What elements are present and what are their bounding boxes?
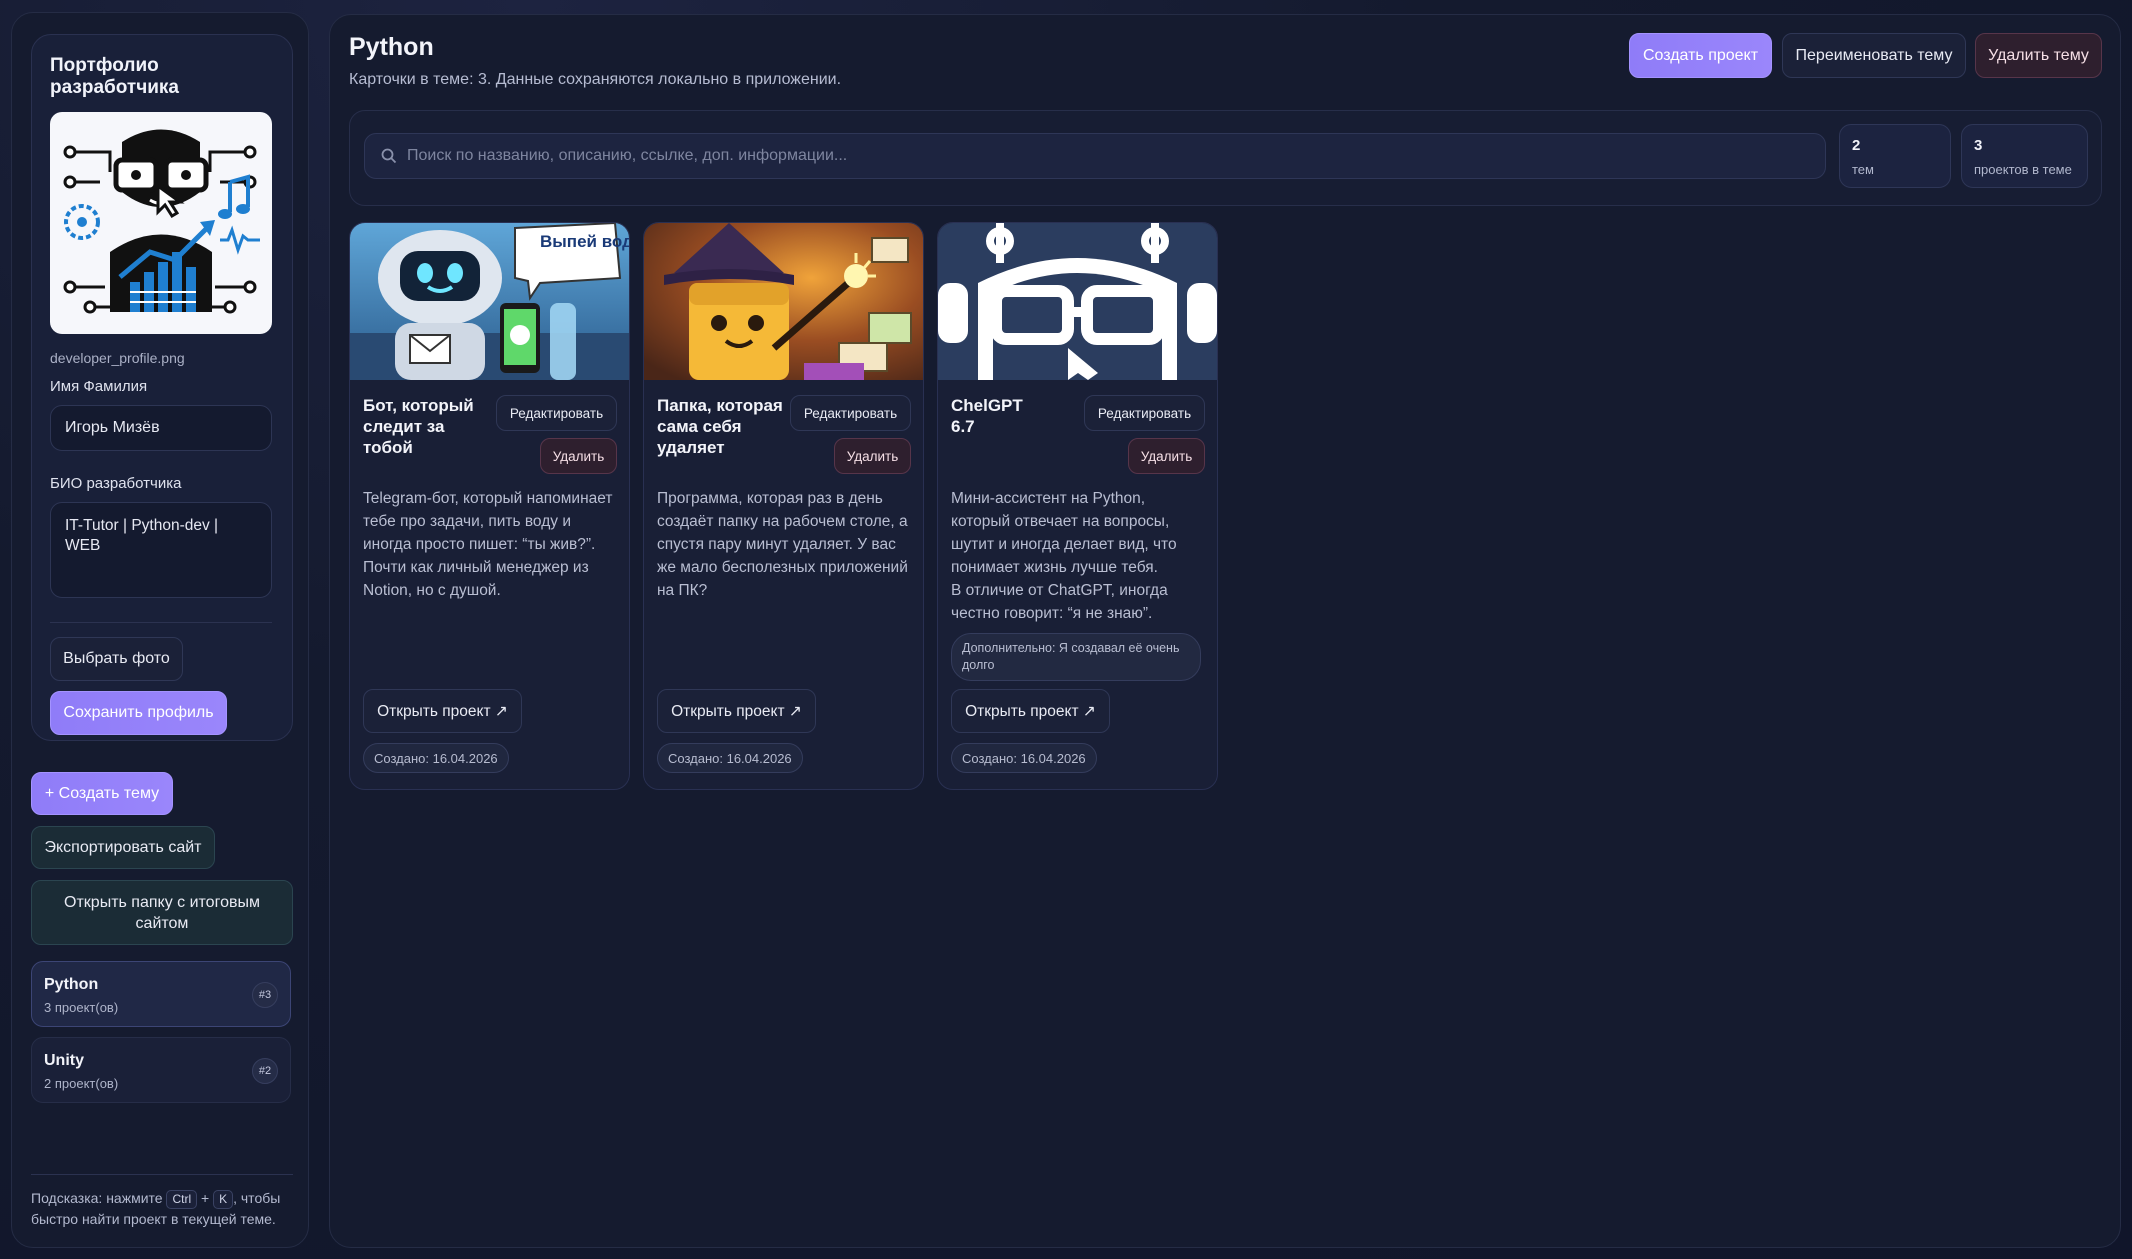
- project-image-folder-wizard: [644, 223, 923, 380]
- edit-button[interactable]: Редактировать: [790, 395, 911, 431]
- description-line: Мини-ассистент на Python, который отвеча…: [951, 490, 1177, 576]
- project-card: Папка, которая сама себя удаляет Редакти…: [643, 222, 924, 790]
- bio-label: БИО разработчика: [50, 475, 182, 492]
- created-date-badge: Создано: 16.04.2026: [657, 743, 803, 773]
- theme-count: 2 проект(ов): [44, 1076, 119, 1091]
- theme-item-python[interactable]: Python 3 проект(ов) #3: [31, 961, 291, 1027]
- theme-item-unity[interactable]: Unity 2 проект(ов) #2: [31, 1037, 291, 1103]
- card-description: Программа, которая раз в день создаёт па…: [657, 490, 908, 599]
- rename-theme-button[interactable]: Переименовать тему: [1782, 33, 1966, 78]
- project-card: ChelGPT 6.7 Редактировать Удалить Мини-а…: [937, 222, 1218, 790]
- theme-badge: #3: [252, 982, 278, 1008]
- name-label: Имя Фамилия: [50, 378, 148, 395]
- card-title: Папка, которая сама себя удаляет: [657, 396, 783, 457]
- hint-plus: +: [201, 1190, 210, 1206]
- stat-number: 2: [1852, 137, 1861, 154]
- edit-button[interactable]: Редактировать: [496, 395, 617, 431]
- open-output-folder-button[interactable]: Открыть папку с итоговым сайтом: [31, 880, 293, 945]
- profile-panel: Портфолио разработчика developer_profile…: [31, 34, 293, 741]
- stat-label: тем: [1852, 162, 1874, 177]
- search-panel: Поиск по названию, описанию, ссылке, доп…: [349, 110, 2102, 206]
- ctrl-key: Ctrl: [166, 1190, 198, 1209]
- stat-label: проектов в теме: [1974, 162, 2072, 177]
- delete-theme-button[interactable]: Удалить тему: [1975, 33, 2102, 78]
- project-image-robot: Выпей воды!: [350, 223, 629, 380]
- avatar-image: [50, 112, 272, 334]
- open-project-button[interactable]: Открыть проект ↗: [657, 689, 816, 733]
- project-card: Выпей воды! Бот, который следит за тобой…: [349, 222, 630, 790]
- edit-button[interactable]: Редактировать: [1084, 395, 1205, 431]
- choose-photo-button[interactable]: Выбрать фото: [50, 637, 183, 681]
- export-site-button[interactable]: Экспортировать сайт: [31, 826, 215, 869]
- save-profile-button[interactable]: Сохранить профиль: [50, 691, 227, 735]
- card-description: Мини-ассистент на Python, который отвеча…: [951, 487, 1207, 625]
- open-project-button[interactable]: Открыть проект ↗: [363, 689, 522, 733]
- theme-name: Unity: [44, 1052, 84, 1069]
- stat-projects: 3 проектов в теме: [1961, 124, 2088, 188]
- delete-button[interactable]: Удалить: [1128, 438, 1205, 474]
- create-project-button[interactable]: Создать проект: [1629, 33, 1772, 78]
- bio-textarea[interactable]: IT-Tutor | Python-dev | WEB: [50, 502, 272, 598]
- card-description: Telegram-бот, который напоминает тебе пр…: [363, 490, 613, 599]
- create-theme-button[interactable]: + Создать тему: [31, 772, 173, 815]
- keyboard-hint: Подсказка: нажмите Ctrl + K, чтобы быстр…: [31, 1188, 301, 1230]
- avatar-file-name: developer_profile.png: [50, 350, 185, 366]
- page-title: Python: [349, 33, 434, 61]
- sidebar: Портфолио разработчика developer_profile…: [11, 12, 309, 1248]
- created-date-badge: Создано: 16.04.2026: [951, 743, 1097, 773]
- theme-badge: #2: [252, 1058, 278, 1084]
- search-input[interactable]: Поиск по названию, описанию, ссылке, доп…: [364, 133, 1826, 179]
- created-date-badge: Создано: 16.04.2026: [363, 743, 509, 773]
- stat-themes: 2 тем: [1839, 124, 1951, 188]
- profile-divider: [50, 622, 272, 623]
- theme-count: 3 проект(ов): [44, 1000, 119, 1015]
- open-project-button[interactable]: Открыть проект ↗: [951, 689, 1110, 733]
- page-subtitle: Карточки в теме: 3. Данные сохраняются л…: [349, 71, 842, 88]
- k-key: K: [213, 1190, 234, 1209]
- search-icon: [381, 148, 397, 169]
- hint-text: Подсказка: нажмите: [31, 1190, 163, 1206]
- extra-info-badge: Дополнительно: Я создавал её очень долго: [951, 633, 1201, 681]
- profile-title: Портфолио разработчика: [50, 55, 179, 98]
- name-field[interactable]: Игорь Мизёв: [50, 405, 272, 451]
- delete-button[interactable]: Удалить: [540, 438, 617, 474]
- project-image-robot-glasses: [938, 223, 1217, 380]
- hint-divider: [31, 1174, 293, 1175]
- card-title: Бот, который следит за тобой: [363, 396, 474, 457]
- theme-name: Python: [44, 976, 99, 993]
- stat-number: 3: [1974, 137, 1983, 154]
- card-title: ChelGPT 6.7: [951, 396, 1023, 436]
- delete-button[interactable]: Удалить: [834, 438, 911, 474]
- search-placeholder: Поиск по названию, описанию, ссылке, доп…: [407, 147, 848, 164]
- description-line: В отличие от ChatGPT, иногда честно гово…: [951, 582, 1168, 622]
- main-panel: Python Карточки в теме: 3. Данные сохран…: [329, 14, 2121, 1248]
- image-caption: Выпей воды!: [540, 232, 629, 251]
